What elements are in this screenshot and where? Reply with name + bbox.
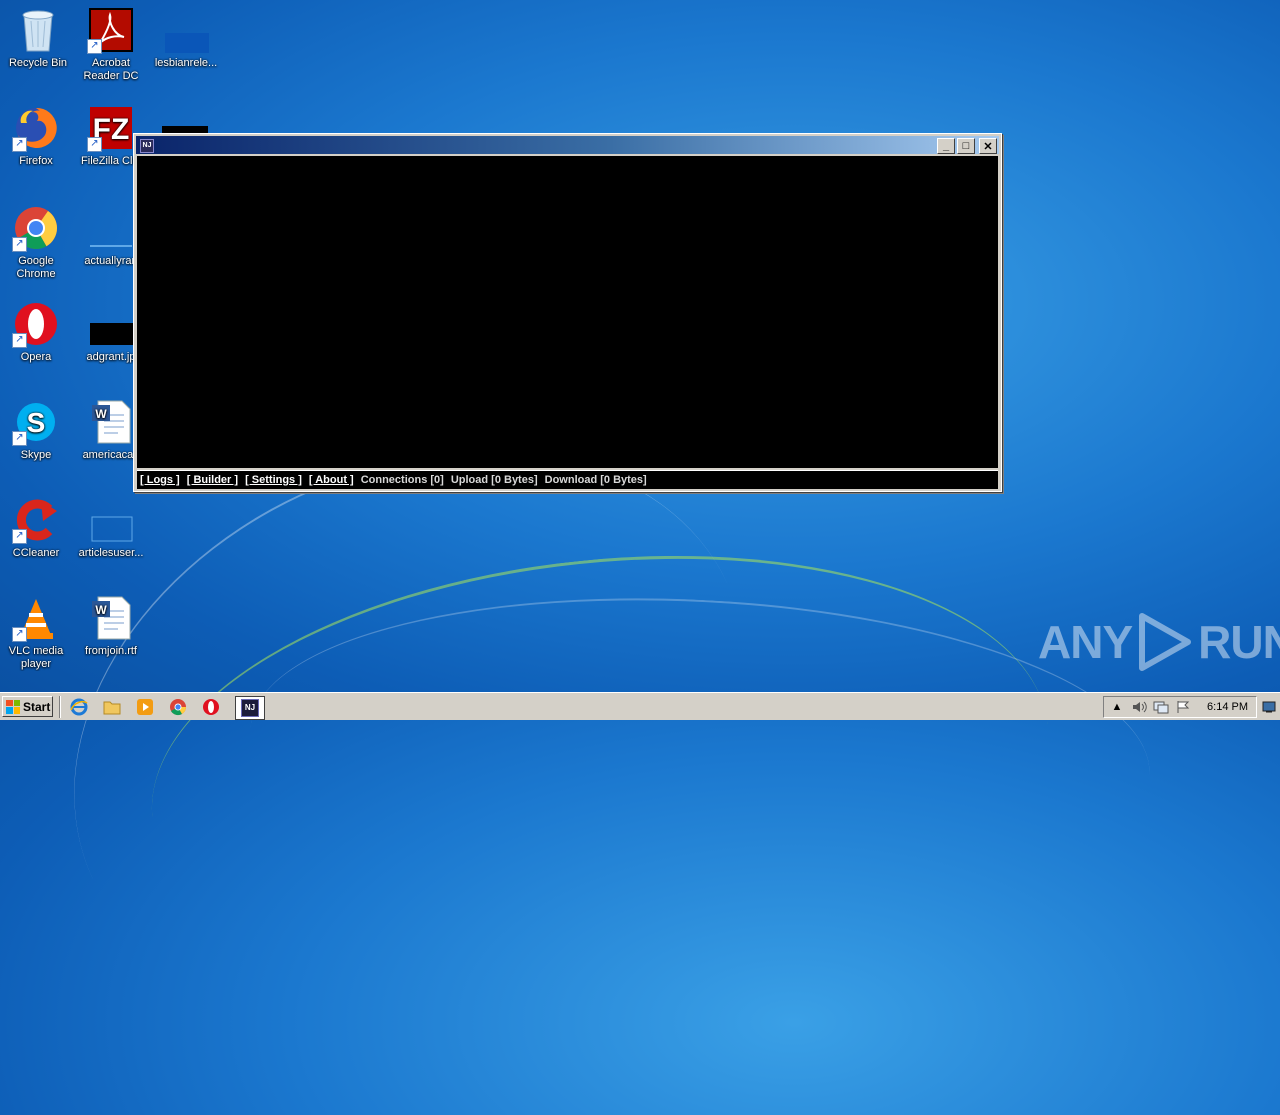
svg-text:S: S <box>27 407 46 438</box>
shortcut-arrow-icon: ↗ <box>12 333 27 348</box>
shortcut-arrow-icon: ↗ <box>12 237 27 252</box>
opera-taskbar-icon[interactable] <box>200 697 222 717</box>
show-desktop-button[interactable] <box>1260 696 1277 718</box>
taskbar-separator <box>59 696 61 718</box>
filezilla-icon: FZ ↗ <box>87 104 135 152</box>
about-link[interactable]: [ About ] <box>309 474 354 486</box>
file-icon <box>162 6 210 54</box>
shortcut-arrow-icon: ↗ <box>87 137 102 152</box>
action-center-flag-icon[interactable] <box>1174 699 1192 715</box>
upload-status: Upload [0 Bytes] <box>450 474 538 486</box>
log-panel[interactable] <box>137 156 998 468</box>
status-bar: [ Logs ] [ Builder ] [ Settings ] [ Abou… <box>137 470 998 489</box>
shortcut-arrow-icon: ↗ <box>87 39 102 54</box>
desktop-icon-firefox[interactable]: ↗ Firefox <box>0 104 74 168</box>
shortcut-arrow-icon: ↗ <box>12 431 27 446</box>
app-window[interactable]: NJ _ □ ✕ [ Logs ] [ Builder ] [ Settings… <box>133 133 1002 492</box>
desktop-icon-lesbianrele[interactable]: lesbianrele... <box>148 6 224 70</box>
recycle-bin-icon <box>14 6 62 54</box>
desktop-icon-articlesuser[interactable]: articlesuser... <box>73 496 149 560</box>
acrobat-icon: ↗ <box>87 6 135 54</box>
show-desktop-icon <box>1262 701 1275 713</box>
volume-icon[interactable] <box>1130 699 1148 715</box>
ccleaner-icon: ↗ <box>12 496 60 544</box>
play-logo-icon <box>1139 613 1192 671</box>
wallpaper-swoosh <box>242 576 1158 926</box>
chrome-icon: ↗ <box>12 204 60 252</box>
close-button[interactable]: ✕ <box>979 138 997 154</box>
download-status: Download [0 Bytes] <box>544 474 647 486</box>
word-doc-icon: W <box>87 594 135 642</box>
vlc-icon: ↗ <box>12 594 60 642</box>
shortcut-arrow-icon: ↗ <box>12 137 27 152</box>
desktop-icon-acrobat[interactable]: ↗ Acrobat Reader DC <box>73 6 149 83</box>
desktop-icon-recycle-bin[interactable]: Recycle Bin <box>0 6 76 70</box>
image-icon <box>87 300 135 348</box>
file-explorer-icon[interactable] <box>101 697 123 717</box>
windows-logo-icon <box>6 699 20 714</box>
maximize-button[interactable]: □ <box>957 138 975 154</box>
shortcut-arrow-icon: ↗ <box>12 627 27 642</box>
shortcut-arrow-icon: ↗ <box>12 529 27 544</box>
wallpaper-swoosh <box>130 514 1070 1029</box>
builder-link[interactable]: [ Builder ] <box>187 474 238 486</box>
word-doc-icon: W <box>87 398 135 446</box>
minimize-button[interactable]: _ <box>937 138 955 154</box>
desktop-icon-fromjoin[interactable]: W fromjoin.rtf <box>73 594 149 658</box>
connections-status: Connections [0] <box>360 474 444 486</box>
system-tray: ▲ 6:14 PM <box>1103 696 1257 718</box>
app-icon: NJ <box>140 139 154 153</box>
opera-icon: ↗ <box>12 300 60 348</box>
quick-launch <box>68 697 222 717</box>
desktop-icon-ccleaner[interactable]: ↗ CCleaner <box>0 496 74 560</box>
network-icon[interactable] <box>1152 699 1170 715</box>
app-taskbar-icon: NJ <box>241 699 259 717</box>
desktop-icon-skype[interactable]: S ↗ Skype <box>0 398 74 462</box>
svg-text:W: W <box>95 407 107 421</box>
desktop-icon-chrome[interactable]: ↗ Google Chrome <box>0 204 74 281</box>
media-player-icon[interactable] <box>134 697 156 717</box>
internet-explorer-icon[interactable] <box>68 697 90 717</box>
settings-link[interactable]: [ Settings ] <box>245 474 302 486</box>
svg-text:W: W <box>95 603 107 617</box>
logs-link[interactable]: [ Logs ] <box>140 474 180 486</box>
skype-icon: S ↗ <box>12 398 60 446</box>
window-titlebar[interactable]: NJ _ □ ✕ <box>136 136 999 154</box>
file-icon <box>87 204 135 252</box>
desktop-icon-opera[interactable]: ↗ Opera <box>0 300 74 364</box>
taskbar-clock[interactable]: 6:14 PM <box>1207 701 1248 713</box>
chrome-taskbar-icon[interactable] <box>167 697 189 717</box>
start-button[interactable]: Start <box>2 696 53 717</box>
taskbar-app-button[interactable]: NJ <box>235 696 265 720</box>
taskbar: Start NJ ▲ 6:14 PM <box>0 692 1280 720</box>
minimize-icon: _ <box>942 140 950 152</box>
maximize-icon: □ <box>962 140 970 152</box>
close-icon: ✕ <box>983 140 993 153</box>
tray-expand-icon[interactable]: ▲ <box>1108 699 1126 715</box>
anyrun-watermark: ANY RUN <box>1038 612 1280 672</box>
desktop-icon-vlc[interactable]: ↗ VLC media player <box>0 594 74 671</box>
firefox-icon: ↗ <box>12 104 60 152</box>
file-icon <box>87 496 135 544</box>
